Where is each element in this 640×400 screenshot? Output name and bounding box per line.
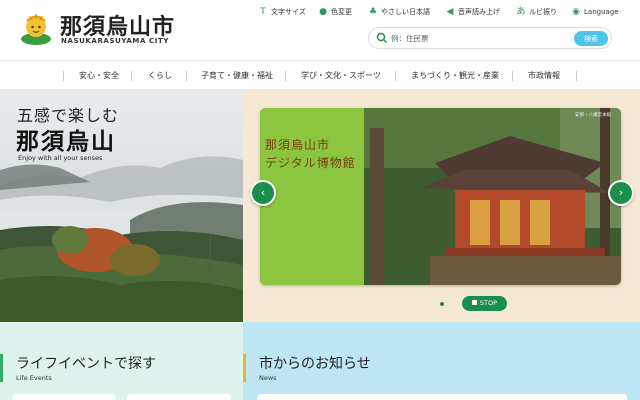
hero-tagline-english: Enjoy with all your senses — [18, 154, 103, 162]
slider-stop-button[interactable]: STOP — [462, 296, 507, 311]
nav-divider — [285, 71, 286, 81]
easy-japanese-icon: ♣ — [368, 7, 378, 17]
nav-divider — [186, 71, 187, 81]
text-size-button[interactable]: T 文字サイズ — [258, 7, 306, 17]
slide-title-panel: 那須烏山市 デジタル博物館 — [260, 108, 364, 285]
news-section: 市からのお知らせ News — [243, 322, 640, 400]
nav-item-city-admin[interactable]: 市政情報 — [528, 70, 560, 81]
ruby-button[interactable]: あ ルビ振り — [516, 7, 557, 17]
slider-next-button[interactable]: › — [608, 180, 634, 206]
nav-item-learning-culture[interactable]: 学び・文化・スポーツ — [301, 70, 381, 81]
slide-title-line1: 那須烏山市 — [265, 138, 331, 152]
site-header: 那須烏山市 NASUKARASUYAMA CITY T 文字サイズ ● 色変更 … — [0, 0, 640, 60]
speaker-icon: ◀ — [446, 7, 454, 17]
hero-heading: 那須烏山 — [16, 128, 116, 155]
life-events-heading: ライフイベントで探す — [16, 356, 156, 372]
easy-japanese-label: やさしい日本語 — [381, 8, 430, 16]
nav-divider — [131, 71, 132, 81]
news-subheading: News — [259, 374, 277, 382]
search-button[interactable]: 検索 — [574, 31, 608, 46]
slide-photo-caption: 安那・八幡宮本殿 — [575, 113, 611, 118]
slide-digital-museum[interactable]: 那須烏山市 デジタル博物館 安那・八幡宮本殿 — [260, 108, 621, 285]
color-change-button[interactable]: ● 色変更 — [318, 7, 352, 17]
news-list-panel — [257, 394, 627, 400]
city-mascot-logo[interactable] — [18, 10, 54, 46]
easy-japanese-button[interactable]: ♣ やさしい日本語 — [368, 7, 430, 17]
speech-button[interactable]: ◀ 音声読み上げ — [445, 7, 500, 17]
nav-item-town-tourism[interactable]: まちづくり・観光・産業 — [411, 70, 499, 81]
chevron-right-icon: › — [618, 186, 624, 199]
nav-item-childcare-health[interactable]: 子育て・健康・福祉 — [201, 70, 273, 81]
ruby-label: ルビ振り — [529, 8, 557, 16]
life-event-card[interactable] — [127, 394, 231, 400]
life-events-section: ライフイベントで探す Life Events — [0, 322, 243, 400]
slide-title-line2: デジタル博物館 — [265, 156, 356, 170]
language-button[interactable]: ◉ Language — [571, 7, 619, 17]
nav-divider — [63, 71, 64, 81]
section-accent-bar — [0, 354, 3, 382]
nav-divider — [395, 71, 396, 81]
speech-label: 音声読み上げ — [458, 8, 500, 16]
language-label: Language — [584, 8, 619, 16]
slider-stop-label: STOP — [479, 299, 498, 307]
section-accent-bar — [243, 354, 246, 382]
color-change-label: 色変更 — [331, 8, 352, 16]
globe-icon: ◉ — [572, 7, 580, 17]
life-events-subheading: Life Events — [16, 374, 52, 382]
hero-landscape: 五感で楽しむ 那須烏山 Enjoy with all your senses — [0, 90, 243, 322]
life-event-card[interactable] — [12, 394, 116, 400]
text-size-icon: T — [260, 7, 266, 17]
slider-indicator-dot[interactable] — [440, 302, 444, 306]
nav-divider — [512, 71, 513, 81]
news-heading: 市からのお知らせ — [259, 356, 371, 372]
slider-prev-button[interactable]: ‹ — [250, 180, 276, 206]
nav-item-safety[interactable]: 安心・安全 — [79, 70, 119, 81]
global-nav: 安心・安全 くらし 子育て・健康・福祉 学び・文化・スポーツ まちづくり・観光・… — [0, 60, 640, 90]
search-input[interactable] — [391, 31, 541, 46]
palette-icon: ● — [319, 7, 327, 17]
site-logo-subtitle: NASUKARASUYAMA CITY — [61, 37, 169, 45]
site-search: 検索 — [368, 27, 612, 49]
search-icon — [376, 32, 387, 43]
chevron-left-icon: ‹ — [260, 186, 266, 199]
text-size-label: 文字サイズ — [271, 8, 306, 16]
ruby-icon: あ — [516, 7, 526, 17]
nav-item-living[interactable]: くらし — [148, 70, 172, 81]
nav-divider — [576, 71, 577, 81]
stop-icon — [471, 300, 477, 305]
